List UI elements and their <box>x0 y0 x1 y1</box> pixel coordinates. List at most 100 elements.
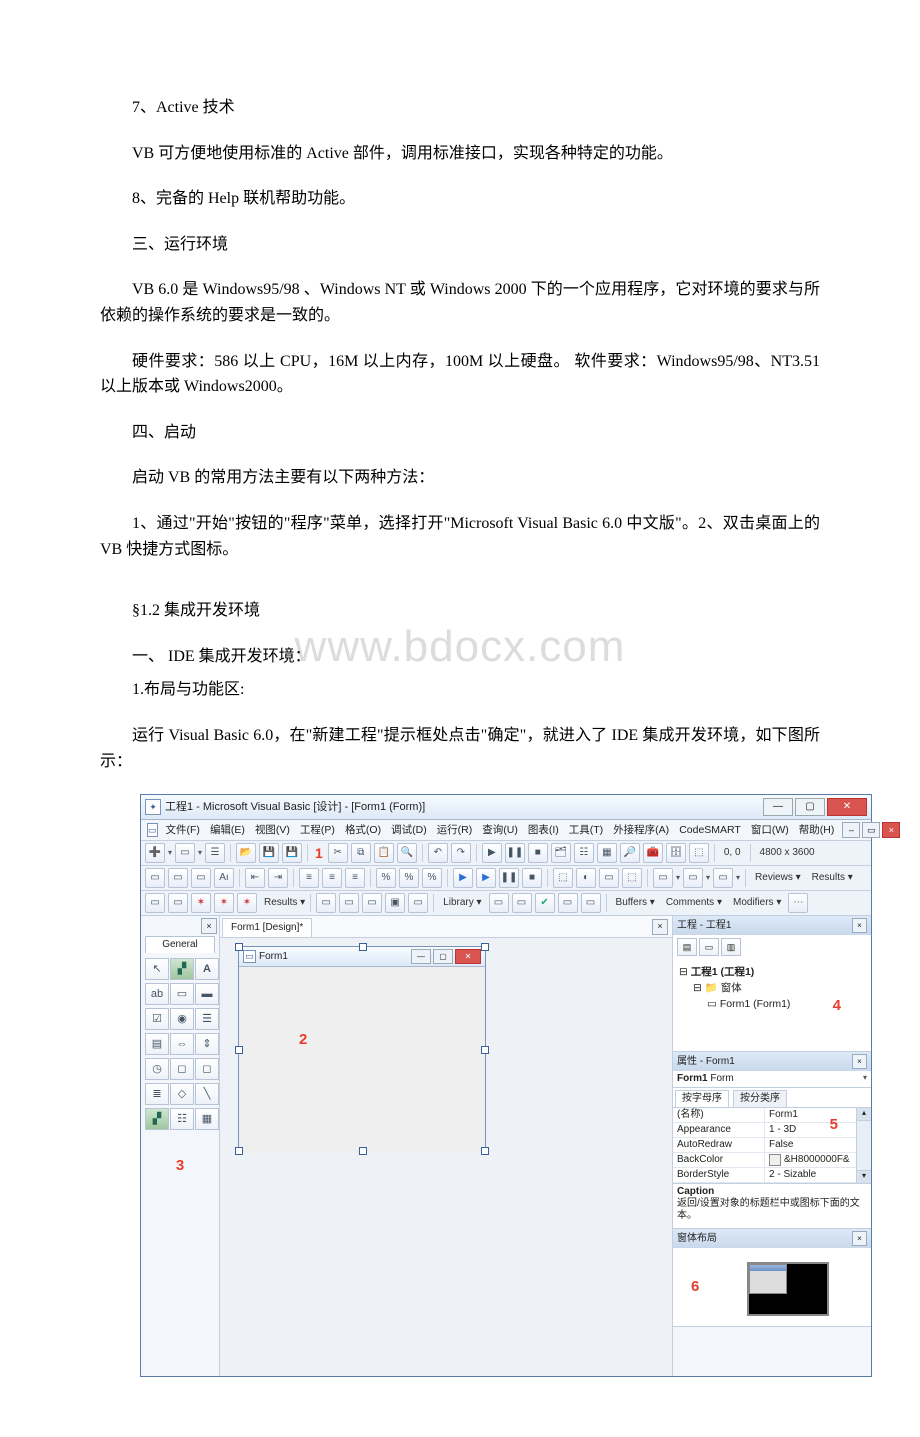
combobox-tool-icon[interactable]: ☰ <box>195 1008 219 1030</box>
project-tree[interactable]: ⊟ 工程1 (工程1) ⊟ 📁 窗体 ▭ Form1 (Form1) 4 <box>673 959 871 1051</box>
resize-handle[interactable] <box>235 943 243 951</box>
menu-project[interactable]: 工程(P) <box>298 823 337 838</box>
form-canvas[interactable]: 2 <box>239 967 485 1153</box>
toolbar-icon[interactable]: ▭ <box>145 893 165 913</box>
close-icon[interactable]: × <box>201 918 217 934</box>
chevron-down-icon[interactable]: ▾ <box>706 873 710 883</box>
ole-tool-icon[interactable]: ▦ <box>195 1108 219 1130</box>
maximize-button[interactable]: ▢ <box>795 798 825 816</box>
data-view-icon[interactable]: 🗄 <box>666 843 686 863</box>
resize-handle[interactable] <box>235 1147 243 1155</box>
properties-icon[interactable]: ☷ <box>574 843 594 863</box>
toolbar-icon[interactable]: ⋯ <box>788 893 808 913</box>
property-value[interactable]: Form1 <box>765 1108 856 1122</box>
toolbar-icon[interactable]: ▭ <box>489 893 509 913</box>
chevron-down-icon[interactable]: ▾ <box>736 873 740 883</box>
save-all-icon[interactable]: 💾 <box>282 843 302 863</box>
close-icon[interactable]: × <box>852 1054 867 1069</box>
data-tool-icon[interactable]: ☷ <box>170 1108 194 1130</box>
menu-query[interactable]: 查询(U) <box>480 823 520 838</box>
open-icon[interactable]: 📂 <box>236 843 256 863</box>
commandbutton-tool-icon[interactable]: ▬ <box>195 983 219 1005</box>
save-icon[interactable]: 💾 <box>259 843 279 863</box>
indent-left-icon[interactable]: ⇤ <box>245 868 265 888</box>
toolbar-icon[interactable]: ✶ <box>237 893 257 913</box>
tab-alphabetic[interactable]: 按字母序 <box>675 1090 729 1107</box>
minimize-button[interactable]: — <box>763 798 793 816</box>
toolbar-icon[interactable]: ▭ <box>362 893 382 913</box>
pointer-tool-icon[interactable]: ↖ <box>145 958 169 980</box>
run-icon[interactable]: ▶ <box>453 868 473 888</box>
form-layout-body[interactable]: 6 <box>673 1248 871 1326</box>
library-dropdown[interactable]: Library ▾ <box>439 897 485 909</box>
listbox-tool-icon[interactable]: ▤ <box>145 1033 169 1055</box>
close-button[interactable]: ✕ <box>827 798 867 816</box>
property-value[interactable]: &H8000000F& <box>765 1153 856 1167</box>
frame-tool-icon[interactable]: ▭ <box>170 983 194 1005</box>
resize-handle[interactable] <box>481 943 489 951</box>
view-code-icon[interactable]: ▤ <box>677 938 697 956</box>
scroll-up-icon[interactable]: ▴ <box>857 1108 871 1121</box>
property-value[interactable]: 1 - 3D <box>765 1123 856 1137</box>
chevron-down-icon[interactable]: ▾ <box>198 848 202 858</box>
redo-icon[interactable]: ↷ <box>451 843 471 863</box>
add-project-icon[interactable]: ➕ <box>145 843 165 863</box>
toolbar-icon[interactable]: ▭ <box>191 868 211 888</box>
optionbutton-tool-icon[interactable]: ◉ <box>170 1008 194 1030</box>
menu-run[interactable]: 运行(R) <box>435 823 475 838</box>
dirlist-tool-icon[interactable]: ◻ <box>195 1058 219 1080</box>
property-value[interactable]: False <box>765 1138 856 1152</box>
form-layout-icon[interactable]: ▦ <box>597 843 617 863</box>
scrollbar[interactable]: ▴ ▾ <box>856 1108 871 1183</box>
close-icon[interactable]: × <box>852 918 867 933</box>
tree-item[interactable]: Form1 (Form1) <box>720 998 791 1010</box>
toolbar-icon[interactable]: ▭ <box>512 893 532 913</box>
toolbar-icon[interactable]: ▭ <box>168 893 188 913</box>
toolbar-icon[interactable]: % <box>422 868 442 888</box>
toolbox-icon[interactable]: 🧰 <box>643 843 663 863</box>
mdi-minimize-button[interactable]: – <box>842 822 860 838</box>
timer-tool-icon[interactable]: ◷ <box>145 1058 169 1080</box>
close-icon[interactable]: × <box>652 919 668 935</box>
results-dropdown[interactable]: Results ▾ <box>808 872 857 884</box>
chevron-down-icon[interactable]: ▾ <box>168 848 172 858</box>
menu-editor-icon[interactable]: ☰ <box>205 843 225 863</box>
start-icon[interactable]: ▶ <box>482 843 502 863</box>
toolbox-tab-general[interactable]: General <box>145 936 215 953</box>
menu-codesmart[interactable]: CodeSMART <box>677 823 743 838</box>
menu-help[interactable]: 帮助(H) <box>797 823 837 838</box>
picturebox-tool-icon[interactable]: ▞ <box>170 958 194 980</box>
toolbar-icon[interactable]: ✶ <box>191 893 211 913</box>
resize-handle[interactable] <box>481 1046 489 1054</box>
project-explorer-icon[interactable]: 🗂 <box>551 843 571 863</box>
toolbar-icon[interactable]: ▭ <box>558 893 578 913</box>
drivelist-tool-icon[interactable]: ◻ <box>170 1058 194 1080</box>
toolbar-icon[interactable]: ◐ <box>576 868 596 888</box>
label-tool-icon[interactable]: A <box>195 958 219 980</box>
toolbar-icon[interactable]: ▭ <box>581 893 601 913</box>
object-browser-icon[interactable]: 🔎 <box>620 843 640 863</box>
toolbar-icon[interactable]: ▭ <box>408 893 428 913</box>
toolbar-icon[interactable]: Aı <box>214 868 234 888</box>
reviews-dropdown[interactable]: Reviews ▾ <box>751 872 805 884</box>
component-icon[interactable]: ⬚ <box>689 843 709 863</box>
end-icon[interactable]: ■ <box>528 843 548 863</box>
tree-root[interactable]: 工程1 (工程1) <box>691 966 755 978</box>
toolbar-icon[interactable]: ▭ <box>713 868 733 888</box>
hscroll-tool-icon[interactable]: ⇔ <box>170 1033 194 1055</box>
menu-debug[interactable]: 调试(D) <box>389 823 429 838</box>
toolbar-icon[interactable]: % <box>376 868 396 888</box>
menu-edit[interactable]: 编辑(E) <box>208 823 247 838</box>
toolbar-icon[interactable]: ▭ <box>599 868 619 888</box>
document-tab[interactable]: Form1 [Design]* <box>222 918 312 937</box>
add-form-icon[interactable]: ▭ <box>175 843 195 863</box>
property-value[interactable]: 2 - Sizable <box>765 1168 856 1182</box>
shape-tool-icon[interactable]: ◇ <box>170 1083 194 1105</box>
property-grid[interactable]: (名称)Form1 Appearance1 - 3D AutoRedrawFal… <box>673 1108 856 1183</box>
buffers-dropdown[interactable]: Buffers ▾ <box>612 897 659 909</box>
menu-diagram[interactable]: 图表(I) <box>526 823 561 838</box>
form-designer-window[interactable]: ▭ Form1 — ▢ ✕ 2 <box>238 946 486 1152</box>
maximize-button[interactable]: ▢ <box>433 949 453 964</box>
toolbar-icon[interactable]: ▭ <box>683 868 703 888</box>
align-icon[interactable]: ≡ <box>299 868 319 888</box>
